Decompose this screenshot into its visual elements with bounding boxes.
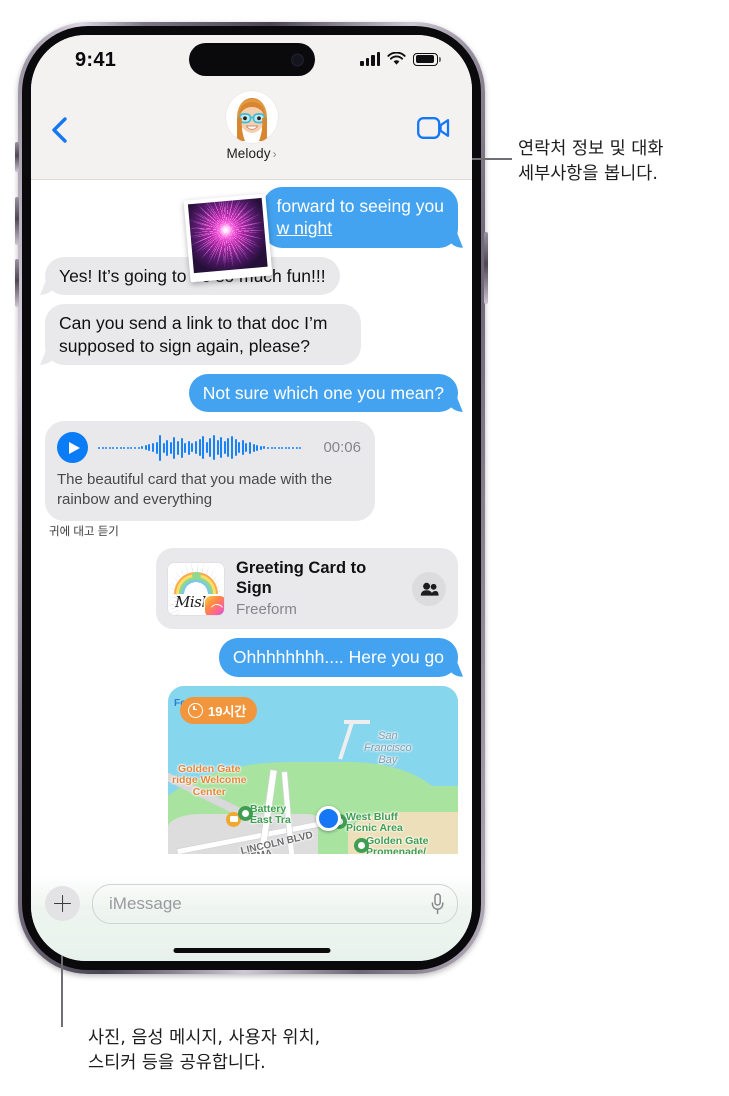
document-card[interactable]: Mish Greeting Card to Sign Freeform <box>156 548 458 630</box>
map-label-san-francisco-bay: San Francisco Bay <box>364 729 412 766</box>
add-attachment-button[interactable] <box>45 886 80 921</box>
chevron-right-icon: › <box>272 147 277 161</box>
clock-icon <box>188 702 203 718</box>
audio-message-card[interactable]: 00:06 The beautiful card that you made w… <box>45 421 375 522</box>
shared-location-map[interactable]: Fo Golden Gate ridge Welcome Center San … <box>168 685 458 854</box>
message-row: forward to seeing you w night <box>45 187 458 283</box>
map-label-west-bluff: West Bluff Picnic Area <box>346 810 403 835</box>
contact-header-button[interactable]: Melody › <box>187 91 317 163</box>
rainbow-card-thumbnail: Mish <box>168 562 224 615</box>
message-input-bar: iMessage <box>31 873 472 961</box>
audio-message-row: 00:06 The beautiful card that you made w… <box>45 421 458 522</box>
message-row: Ohhhhhhhh.... Here you go <box>45 638 458 677</box>
freeform-app-icon <box>205 595 224 615</box>
callout-contact-details: 연락처 정보 및 대화 세부사항을 봅니다. <box>518 139 664 184</box>
document-meta: Greeting Card to Sign Freeform <box>236 559 400 618</box>
map-message-row: Fo Golden Gate ridge Welcome Center San … <box>45 685 458 854</box>
document-card-row: Mish Greeting Card to Sign Freeform <box>45 548 458 630</box>
map-poi-park-icon <box>354 837 369 853</box>
status-bar-time: 9:41 <box>75 49 117 71</box>
fireworks-photo-thumbnail[interactable] <box>183 193 273 283</box>
battery-icon <box>413 52 441 66</box>
audio-duration: 00:06 <box>323 439 361 457</box>
dynamic-island <box>188 43 315 76</box>
message-bubble-received[interactable]: Can you send a link to that doc I’m supp… <box>45 304 361 365</box>
map-label-welcome-center: Golden Gate ridge Welcome Center <box>172 762 247 798</box>
iphone-device-frame: 9:41 Melody › forward to seeing you w ni… <box>15 22 488 974</box>
map-poi-park-icon <box>238 805 253 821</box>
message-text-line2: w night <box>276 218 333 239</box>
contact-name-row: Melody › <box>187 143 317 163</box>
cellular-bars-icon <box>360 52 380 66</box>
chevron-left-icon <box>52 117 67 143</box>
message-bubble-sent[interactable]: Not sure which one you mean? <box>188 373 458 413</box>
back-button[interactable] <box>49 115 75 145</box>
document-title: Greeting Card to Sign <box>236 559 367 597</box>
collaborators-icon[interactable] <box>412 571 446 606</box>
front-camera-icon <box>290 53 304 66</box>
audio-transcript: The beautiful card that you made with th… <box>57 471 333 508</box>
audio-controls: 00:06 <box>57 432 361 464</box>
callout-share-options: 사진, 음성 메시지, 사용자 위치, 스티커 등을 공유합니다. <box>88 1028 321 1073</box>
map-pier-head <box>344 719 370 724</box>
home-indicator[interactable] <box>173 947 330 953</box>
message-bubble-sent[interactable]: forward to seeing you w night <box>262 187 458 248</box>
location-duration-text: 19시간 <box>208 703 247 719</box>
status-bar-indicators <box>360 52 441 66</box>
facetime-button[interactable] <box>417 117 450 144</box>
message-list[interactable]: forward to seeing you w night Yes! It’s … <box>31 179 472 873</box>
location-duration-badge: 19시간 <box>180 696 258 724</box>
message-bubble-sent[interactable]: Ohhhhhhhh.... Here you go <box>218 638 458 677</box>
video-camera-icon <box>417 117 450 139</box>
power-button[interactable] <box>484 232 488 304</box>
message-input-field[interactable]: iMessage <box>92 884 458 924</box>
wifi-icon <box>387 52 406 65</box>
current-location-dot <box>316 805 341 831</box>
play-button-icon[interactable] <box>57 432 88 464</box>
message-text-line1: forward to seeing you <box>276 196 444 216</box>
raise-to-listen-label: 귀에 대고 듣기 <box>49 526 119 539</box>
volume-down-button[interactable] <box>15 259 19 307</box>
phone-screen: 9:41 Melody › forward to seeing you w ni… <box>31 35 472 961</box>
audio-waveform[interactable] <box>98 433 309 463</box>
conversation-nav-bar: Melody › <box>31 87 472 180</box>
memoji-avatar[interactable] <box>225 91 278 143</box>
message-row: Not sure which one you mean? <box>45 373 458 413</box>
map-label-promenade: Golden Gate Promenade/ <box>366 834 429 854</box>
document-app-name: Freeform <box>236 601 297 619</box>
contact-name: Melody <box>226 146 271 161</box>
microphone-icon[interactable] <box>431 893 444 915</box>
message-row: Can you send a link to that doc I’m supp… <box>45 304 458 365</box>
map-label-battery-east-trail: Battery East Tra <box>250 802 291 827</box>
volume-up-button[interactable] <box>15 197 19 245</box>
message-input-placeholder: iMessage <box>109 894 182 913</box>
action-button[interactable] <box>15 142 19 172</box>
